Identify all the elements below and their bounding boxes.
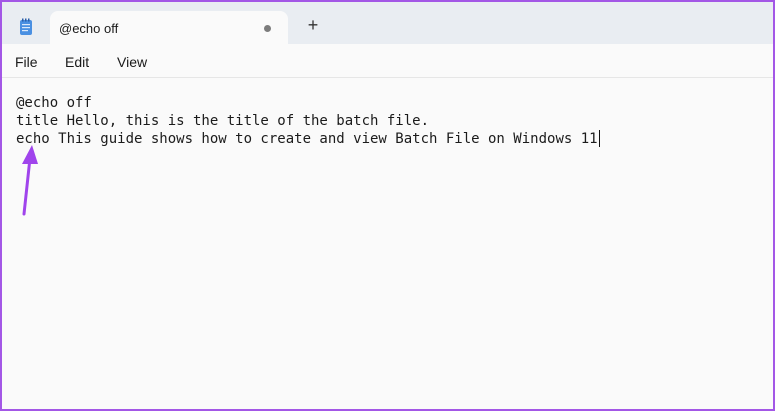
editor-line-3-text: echo This guide shows how to create and … [16,131,598,147]
unsaved-dot-icon[interactable] [264,25,271,32]
text-caret [598,130,600,147]
new-tab-button[interactable]: + [303,16,323,36]
menu-bar: File Edit View [2,44,773,78]
editor-line-1: @echo off [16,95,92,111]
tab-title: @echo off [59,21,119,36]
menu-file[interactable]: File [15,54,38,70]
menu-view[interactable]: View [117,54,147,70]
editor-line-3: echo This guide shows how to create and … [16,130,600,148]
title-bar: @echo off + [2,2,773,44]
menu-edit[interactable]: Edit [65,54,89,70]
notepad-icon [20,18,32,35]
text-editor[interactable]: @echo off title Hello, this is the title… [2,78,773,409]
notepad-window: @echo off + File Edit View @echo off tit… [0,0,775,411]
tab-echo-off[interactable]: @echo off [50,11,288,44]
editor-line-2: title Hello, this is the title of the ba… [16,113,430,129]
